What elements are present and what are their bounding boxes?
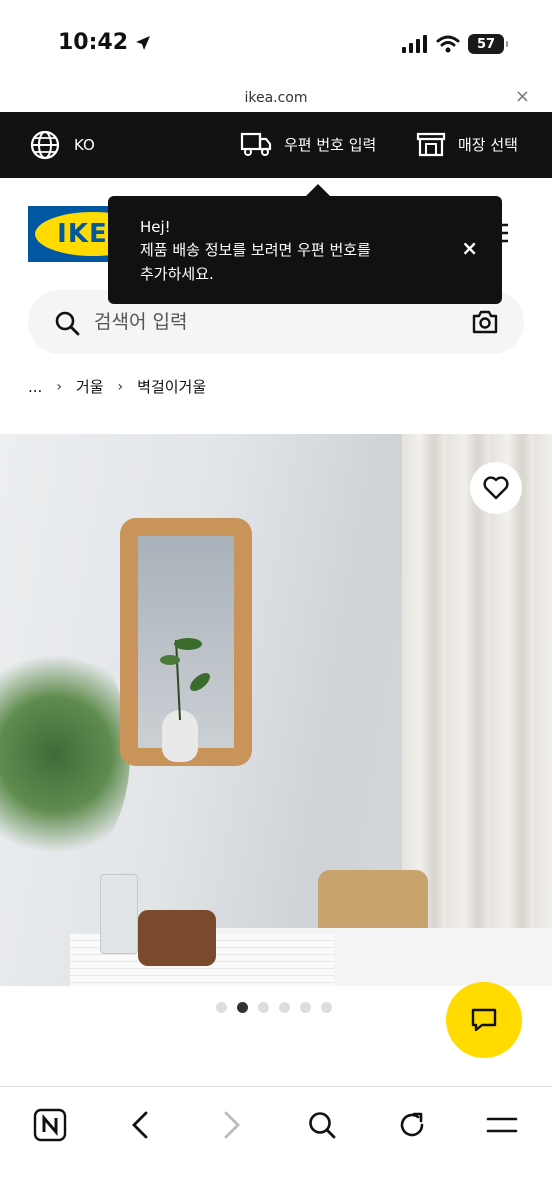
language-label: KO [74,136,95,154]
carousel-dot[interactable] [321,1002,332,1013]
chevron-left-icon [132,1111,148,1139]
truck-icon [240,132,272,156]
wooden-box [138,910,216,966]
perfume-bottle [100,874,138,954]
battery-indicator: 57 [468,34,508,54]
chat-icon [471,1008,497,1032]
camera-icon[interactable] [472,310,498,334]
carousel-dots [216,1002,332,1013]
zip-code-tooltip: Hej! 제품 배송 정보를 보려면 우편 번호를 추가하세요. × [108,184,502,304]
carousel-dot[interactable] [237,1002,248,1013]
breadcrumb-ellipsis[interactable]: ... [28,378,42,396]
plant-stem [160,638,210,720]
store-icon [416,132,446,157]
status-time: 10:42 [58,30,129,55]
browser-url-bar[interactable]: ikea.com × [0,84,552,112]
tooltip-line1: 제품 배송 정보를 보려면 우편 번호를 [140,241,371,259]
search-input[interactable] [94,306,454,338]
breadcrumb: ... › 거울 › 벽걸이거울 [28,376,206,397]
tooltip-title: Hej! [140,218,171,236]
favorite-button[interactable] [470,462,522,514]
breadcrumb-item-mirrors[interactable]: 거울 [76,376,104,397]
url-text: ikea.com [244,90,308,106]
store-select-label: 매장 선택 [458,135,518,154]
browser-menu-button[interactable] [482,1105,522,1145]
store-select-button[interactable]: 매장 선택 [416,130,518,158]
carousel-dot[interactable] [279,1002,290,1013]
breadcrumb-separator: › [56,378,62,395]
forward-button[interactable] [212,1105,252,1145]
naver-icon [33,1108,67,1142]
menu-icon [486,1117,518,1133]
back-button[interactable] [120,1105,160,1145]
language-button[interactable]: KO [30,130,95,160]
zip-code-button[interactable]: 우편 번호 입력 [240,130,376,158]
tooltip-line2: 추가하세요. [140,265,214,283]
carousel-dot[interactable] [216,1002,227,1013]
signal-icon [402,35,427,53]
top-utility-bar: KO 우편 번호 입력 매장 선택 [0,112,552,178]
naver-home-button[interactable] [30,1105,70,1145]
carousel-dot[interactable] [300,1002,311,1013]
tooltip-close-button[interactable]: × [461,236,478,260]
heart-icon [483,476,509,500]
refresh-icon [400,1112,424,1137]
breadcrumb-separator: › [117,378,124,395]
search-icon [309,1112,336,1139]
globe-icon [30,130,60,160]
product-image[interactable] [0,434,552,986]
browser-bottom-bar [0,1086,552,1200]
refresh-button[interactable] [392,1105,432,1145]
location-arrow-icon [136,35,151,50]
browser-search-button[interactable] [302,1105,342,1145]
carousel-dot[interactable] [258,1002,269,1013]
zip-code-label: 우편 번호 입력 [284,135,377,154]
wifi-icon [436,35,460,53]
breadcrumb-item-wall-mirrors[interactable]: 벽걸이거울 [137,376,206,397]
search-icon[interactable] [54,310,80,336]
chat-button[interactable] [446,982,522,1058]
chevron-right-icon [224,1111,240,1139]
status-bar: 10:42 57 [0,0,552,88]
close-icon[interactable]: × [515,86,530,107]
